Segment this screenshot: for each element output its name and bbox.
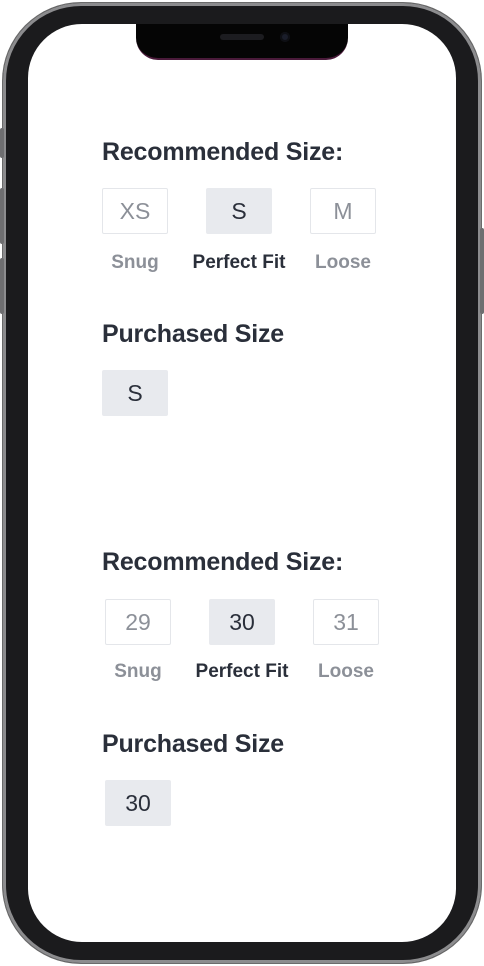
fit-label-loose: Loose — [315, 252, 371, 273]
side-button-power — [480, 228, 484, 314]
speaker-icon — [220, 34, 264, 40]
recommended-size-heading: Recommended Size: — [102, 138, 344, 166]
size-option-m[interactable]: M — [310, 188, 376, 234]
fit-label-snug: Snug — [111, 252, 159, 273]
side-button-volume-up — [0, 188, 4, 244]
side-button-mute — [0, 128, 4, 158]
size-option-xs[interactable]: XS — [102, 188, 168, 234]
camera-icon — [280, 32, 290, 42]
side-button-volume-down — [0, 258, 4, 314]
size-option-30[interactable]: 30 — [209, 599, 275, 645]
size-option-s[interactable]: S — [206, 188, 272, 234]
purchased-size-heading: Purchased Size — [102, 320, 285, 348]
purchased-size-value: S — [102, 370, 168, 416]
fit-label-loose: Loose — [318, 661, 374, 682]
notch — [136, 24, 348, 60]
phone-screen: Recommended Size: XS S M Snug Perfect Fi… — [28, 24, 456, 942]
recommended-size-heading: Recommended Size: — [102, 548, 344, 576]
fit-label-snug: Snug — [114, 661, 162, 682]
fit-label-perfect-fit: Perfect Fit — [192, 252, 286, 273]
purchased-size-value: 30 — [105, 780, 171, 826]
purchased-size-heading: Purchased Size — [102, 730, 285, 758]
size-option-31[interactable]: 31 — [313, 599, 379, 645]
fit-label-perfect-fit: Perfect Fit — [195, 661, 289, 682]
size-option-29[interactable]: 29 — [105, 599, 171, 645]
